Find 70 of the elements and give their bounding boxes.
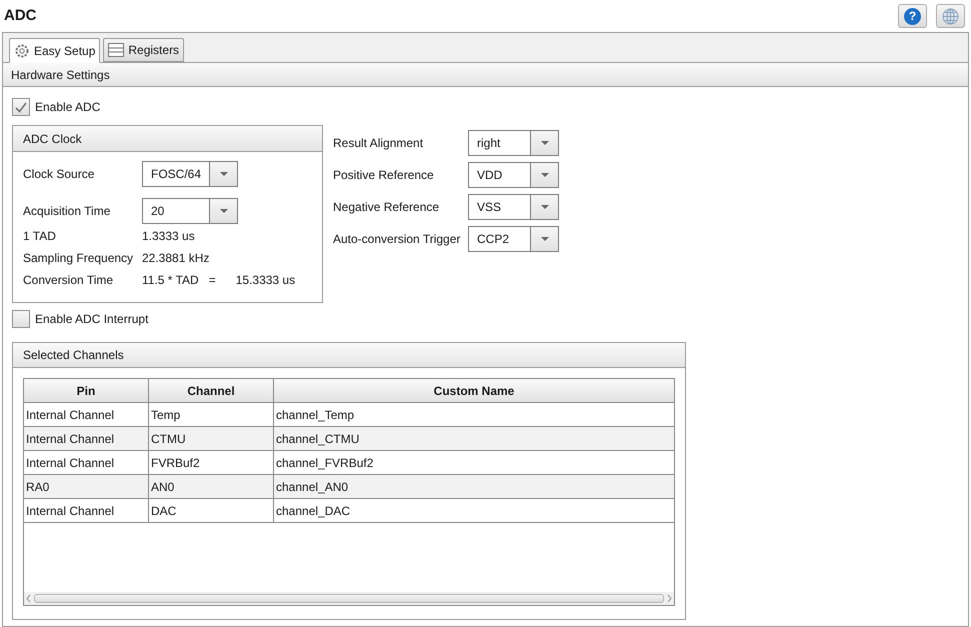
table-cell: Internal Channel	[24, 403, 149, 426]
checkbox[interactable]	[12, 310, 30, 328]
dropdown-value: FOSC/64	[150, 166, 202, 183]
dropdown[interactable]: FOSC/64	[142, 161, 238, 187]
dropdown-value: CCP2	[476, 231, 510, 248]
scrollbar-thumb[interactable]	[34, 594, 664, 603]
field-label: Clock Source	[23, 166, 96, 183]
dropdown-value: 20	[150, 203, 166, 220]
table-cell: CTMU	[149, 427, 274, 450]
table-cell: AN0	[149, 475, 274, 498]
panel-header: Selected Channels	[13, 343, 685, 368]
field-label: Positive Reference	[333, 167, 435, 184]
table-cell: DAC	[149, 499, 274, 522]
table-cell: RA0	[24, 475, 149, 498]
field-label: Acquisition Time	[23, 203, 112, 220]
column-header[interactable]: Channel	[149, 379, 274, 402]
readout-label: Sampling Frequency	[23, 250, 134, 267]
table-cell: Internal Channel	[24, 499, 149, 522]
dropdown[interactable]: CCP2	[468, 226, 559, 252]
window-title: ADC	[4, 6, 36, 26]
readout-value: 15.3333 us	[236, 272, 296, 289]
field-label: Result Alignment	[333, 135, 424, 152]
gear-icon	[14, 42, 30, 58]
checkbox-label: Enable ADC	[35, 99, 100, 116]
caret-icon	[540, 173, 548, 177]
tab[interactable]: Easy Setup	[9, 38, 100, 63]
readout-label: 1 TAD	[23, 228, 57, 245]
field-label: Auto-conversion Trigger	[333, 231, 462, 248]
check-icon	[15, 102, 27, 112]
caret-icon	[540, 237, 548, 241]
scroll-right-icon[interactable]	[666, 594, 673, 603]
table-cell-text: channel_DAC	[275, 502, 352, 520]
list-icon	[108, 43, 124, 57]
section-header: Hardware Settings	[3, 63, 968, 87]
globe-icon	[942, 8, 959, 24]
dropdown[interactable]: VSS	[468, 194, 559, 220]
dropdown[interactable]: 20	[142, 198, 238, 224]
column-header[interactable]: Pin	[24, 379, 149, 402]
dropdown[interactable]: right	[468, 130, 559, 156]
equals-sign: =	[208, 272, 216, 289]
caret-icon	[220, 209, 228, 213]
readout-value: 11.5 * TAD	[142, 272, 199, 289]
dropdown-value: right	[476, 135, 502, 152]
table-cell-text: channel_CTMU	[275, 430, 360, 448]
dropdown-value: VDD	[476, 167, 504, 184]
table-cell: Temp	[149, 403, 274, 426]
horizontal-scrollbar[interactable]	[24, 592, 674, 605]
caret-icon	[540, 205, 548, 209]
scroll-left-icon[interactable]	[25, 594, 32, 603]
help-button[interactable]: ?	[898, 4, 927, 28]
caret-icon	[540, 141, 548, 145]
dropdown-value: VSS	[476, 199, 502, 216]
checkbox-label: Enable ADC Interrupt	[35, 311, 148, 328]
tab[interactable]: Registers	[103, 38, 184, 62]
table-cell: Internal Channel	[24, 451, 149, 474]
table-cell: FVRBuf2	[149, 451, 274, 474]
table-cell-text: channel_Temp	[275, 406, 356, 424]
readout-label: Conversion Time	[23, 272, 114, 289]
table-cell: Internal Channel	[24, 427, 149, 450]
caret-icon	[220, 172, 228, 176]
readout-value: 1.3333 us	[142, 228, 195, 245]
readout-value: 22.3881 kHz	[142, 250, 210, 267]
table-cell-text: channel_FVRBuf2	[275, 454, 374, 472]
checkbox[interactable]	[12, 98, 30, 116]
column-header[interactable]: Custom Name	[274, 379, 674, 402]
dropdown[interactable]: VDD	[468, 162, 559, 188]
table-cell-text: channel_AN0	[275, 478, 350, 496]
field-label: Negative Reference	[333, 199, 440, 216]
globe-button[interactable]	[936, 4, 965, 28]
panel-header: ADC Clock	[13, 126, 322, 152]
